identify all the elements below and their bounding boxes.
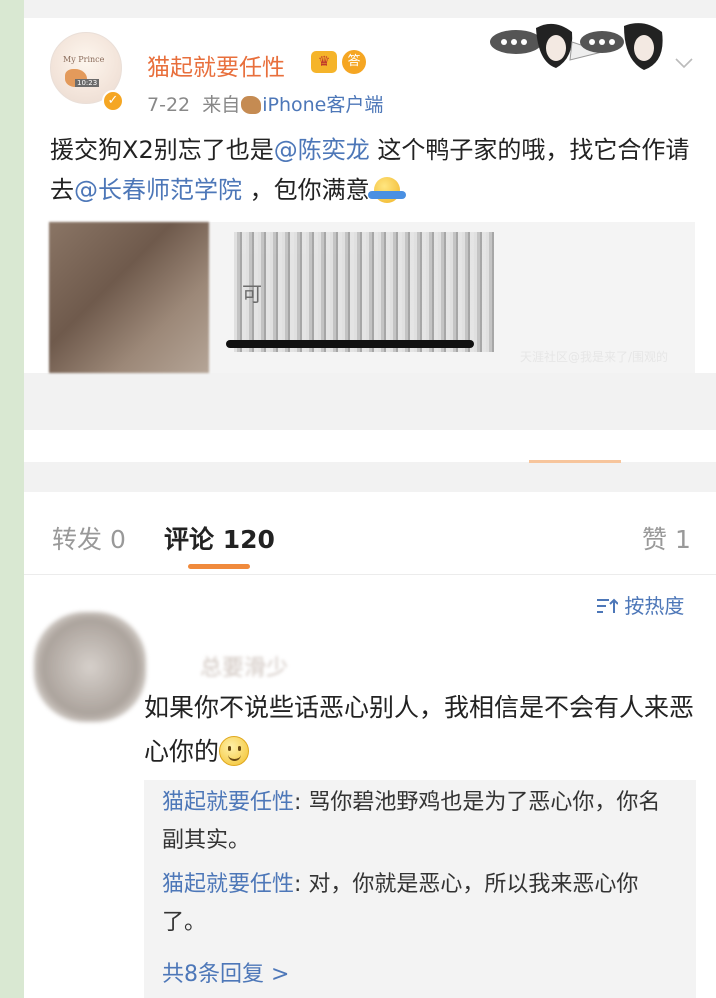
reply-author[interactable]: 猫起就要任性 <box>162 872 294 897</box>
mention-link[interactable]: @长春师范学院 <box>74 176 242 204</box>
post-username[interactable]: 猫起就要任性 <box>147 48 285 82</box>
video-progress-bar[interactable] <box>226 340 474 348</box>
replies-box: 猫起就要任性: 骂你碧池野鸡也是为了恶心你，你名副其实。 猫起就要任性: 对，你… <box>144 780 696 998</box>
tab-likes[interactable]: 赞 1 <box>642 520 691 556</box>
commenter-avatar[interactable] <box>34 612 146 722</box>
comments-section: 转发 0 评论 120 赞 1 按热度 总要滑少 如果你不说些话恶心别人，我相信… <box>24 492 716 998</box>
verified-icon: ✓ <box>102 90 124 112</box>
post-meta: 7-22 来自 iPhone客户端 <box>147 90 383 117</box>
reply-item: 猫起就要任性: 骂你碧池野鸡也是为了恶心你，你名副其实。 <box>162 790 661 853</box>
tab-active-indicator <box>188 564 250 569</box>
reply-item: 猫起就要任性: 对，你就是恶心，所以我来恶心你了。 <box>162 872 639 935</box>
watermark: 天涯社区@我是来了/围观的 <box>520 350 669 364</box>
post-image[interactable]: 可 <box>234 232 494 352</box>
source-name[interactable]: iPhone客户端 <box>262 94 383 116</box>
divider <box>24 574 716 575</box>
source-prefix: 来自 <box>202 94 241 116</box>
commenter-name[interactable]: 总要滑少 <box>200 650 288 682</box>
dog-icon <box>241 96 262 114</box>
hug-emoji-icon <box>367 177 406 203</box>
sort-icon <box>597 598 619 613</box>
tab-comments[interactable]: 评论 120 <box>164 520 275 556</box>
more-replies-link[interactable]: 共8条回复 > <box>162 956 289 988</box>
post-image[interactable] <box>49 222 209 373</box>
post-action-bar <box>24 430 716 463</box>
smile-emoji-icon <box>219 736 250 766</box>
sort-by-hot-button[interactable]: 按热度 <box>596 590 684 619</box>
post-text: 援交狗X2别忘了也是@陈奕龙 这个鸭子家的哦，找它合作请去@长春师范学院 ，包你… <box>50 136 690 204</box>
crown-icon: ♛ <box>311 51 337 73</box>
sticker-icon <box>490 23 663 70</box>
left-edge-strip <box>0 0 24 998</box>
post-date: 7-22 <box>147 94 191 116</box>
chevron-down-icon[interactable] <box>674 56 694 70</box>
comment-text: 如果你不说些话恶心别人，我相信是不会有人来恶心你的 <box>144 693 695 766</box>
mention-link[interactable]: @陈奕龙 <box>274 136 370 164</box>
answer-badge-icon: 答 <box>342 50 366 74</box>
weibo-post-card: My Prince 10:23 ✓ 猫起就要任性 ♛ 答 7-22 来自 iPho… <box>24 18 716 373</box>
tab-forward[interactable]: 转发 0 <box>52 520 126 556</box>
reply-author[interactable]: 猫起就要任性 <box>162 790 294 815</box>
